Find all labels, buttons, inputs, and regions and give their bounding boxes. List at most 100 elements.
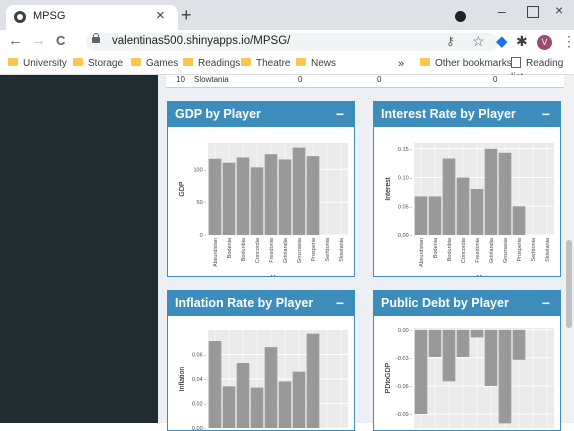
bar (236, 363, 250, 428)
y-tick-label: 0.05 - (398, 204, 412, 210)
y-axis-label: GDP (179, 181, 186, 197)
bar (484, 329, 498, 386)
extension-icon[interactable]: ◆ (496, 32, 508, 50)
row-value-2: 0 (377, 75, 382, 84)
bar (428, 196, 442, 235)
new-tab-button[interactable]: + (181, 6, 192, 24)
reload-icon[interactable]: C (56, 33, 65, 49)
y-tick-label: 0.06 - (192, 353, 206, 359)
sidebar (0, 75, 158, 423)
bar (498, 152, 512, 235)
y-tick-label: 100 - (193, 167, 206, 173)
reading-list-icon (511, 56, 521, 68)
folder-icon (241, 58, 251, 67)
bookmark-readings[interactable]: Readings (183, 57, 240, 71)
tab-search-icon[interactable] (455, 11, 466, 22)
y-tick-label: -0.06 - (396, 384, 412, 390)
url-text[interactable]: valentinas500.shinyapps.io/MPSG/ (112, 35, 290, 47)
bookmarks-overflow[interactable]: » (398, 57, 404, 71)
close-window-button[interactable]: × (555, 2, 563, 18)
browser-tab[interactable]: MPSG × (6, 5, 178, 30)
debt-chart: 0.00 --0.03 --0.06 --0.09 -tanaiaiaiaiai… (385, 328, 554, 428)
inflation-box: Inflation Rate by Player − 0.00 - 0.02 - 0… (167, 290, 355, 431)
inflation-collapse-button[interactable]: − (336, 290, 344, 316)
key-icon[interactable]: ⚷ (446, 34, 455, 48)
y-tick-label: 0 - (200, 233, 207, 239)
gdp-collapse-button[interactable]: − (336, 101, 344, 127)
interest-box-header: Interest Rate by Player − (374, 101, 560, 127)
tab-close-icon[interactable]: × (156, 7, 165, 24)
bar (484, 148, 498, 235)
bar (456, 177, 470, 235)
x-tick-label: Absurdistan (419, 238, 425, 267)
y-tick-label: 0.15 - (398, 147, 412, 153)
y-tick-label: -0.09 - (396, 412, 412, 418)
x-tick-label: Groznasia (297, 237, 303, 263)
favicon-icon (14, 11, 26, 23)
y-axis-label: Inflation (179, 367, 186, 392)
back-icon[interactable]: ← (8, 33, 23, 49)
x-tick-label: Grinlandia (283, 237, 289, 263)
bar (250, 387, 264, 428)
interest-collapse-button[interactable]: − (542, 101, 550, 127)
x-tick-label: Prosperia (311, 237, 317, 261)
bar (250, 167, 264, 235)
y-tick-label: 0.02 - (192, 402, 206, 408)
y-tick-label: 50 - (197, 200, 207, 206)
x-tick-label: Slowtania (339, 237, 345, 262)
bookmark-star-icon[interactable]: ☆ (472, 33, 485, 50)
bookmarks-bar: University Storage Games Readings Theatr… (0, 54, 574, 83)
gdp-box-header: GDP by Player − (168, 101, 354, 127)
bar (292, 147, 306, 235)
tab-title: MPSG (33, 10, 66, 22)
y-tick-label: 0.04 - (192, 377, 206, 383)
lock-icon[interactable] (92, 33, 100, 43)
bar (498, 329, 512, 424)
extensions-puzzle-icon[interactable]: ✱ (516, 33, 528, 50)
row-value-1: 0 (298, 75, 303, 84)
bookmark-news[interactable]: News (296, 57, 336, 71)
x-axis-label: Year (271, 275, 286, 276)
bar (222, 386, 236, 428)
forward-icon[interactable]: → (31, 33, 46, 49)
y-axis-label: Interest (385, 177, 392, 200)
x-tick-label: Grinlandia (489, 237, 495, 263)
bar (208, 341, 222, 428)
gdp-box-title: GDP by Player (175, 107, 261, 121)
debt-collapse-button[interactable]: − (542, 290, 550, 316)
row-value-3: 0 (493, 75, 498, 84)
bar (442, 158, 456, 235)
inflation-box-title: Inflation Rate by Player (175, 296, 314, 310)
bookmark-theatre[interactable]: Theatre (241, 57, 290, 71)
x-tick-label: Prosperia (517, 237, 523, 261)
bar (264, 154, 278, 235)
menu-icon[interactable]: ⋮ (562, 33, 574, 50)
bookmark-other[interactable]: Other bookmarks (420, 57, 512, 71)
bar (306, 156, 320, 235)
bookmark-university[interactable]: University (8, 57, 67, 71)
minimize-button[interactable]: – (498, 3, 506, 19)
tab-bar: MPSG × + – × (0, 0, 574, 30)
gdp-chart: 0 - 50 - 100 - Absurdistan Bodenia Bodunbia Co… (179, 143, 348, 276)
maximize-button[interactable] (527, 6, 539, 18)
x-tick-label: Concordia (255, 237, 261, 263)
interest-chart: 0.00 - 0.05 - 0.10 - 0.15 - Absurdistan Boden… (385, 143, 554, 276)
bar (306, 333, 320, 428)
interest-box-title: Interest Rate by Player (381, 107, 516, 121)
bar (264, 347, 278, 428)
y-tick-label: -0.03 - (396, 356, 412, 362)
folder-icon (183, 58, 193, 67)
bar (512, 329, 526, 360)
reading-list[interactable]: Reading list (511, 56, 574, 83)
profile-avatar[interactable]: V (537, 35, 552, 50)
gdp-box: GDP by Player − 0 - 50 - 100 - Absurdistan B… (167, 101, 355, 277)
y-tick-label: 0.00 - (192, 426, 206, 430)
bar (414, 329, 428, 414)
scrollbar-thumb[interactable] (566, 240, 572, 328)
debt-box-title: Public Debt by Player (381, 296, 509, 310)
x-tick-label: Serfdonia (325, 237, 331, 261)
y-tick-label: 0.00 - (398, 233, 412, 239)
bar (278, 381, 292, 428)
bookmark-storage[interactable]: Storage (73, 57, 123, 71)
bookmark-games[interactable]: Games (131, 57, 178, 71)
